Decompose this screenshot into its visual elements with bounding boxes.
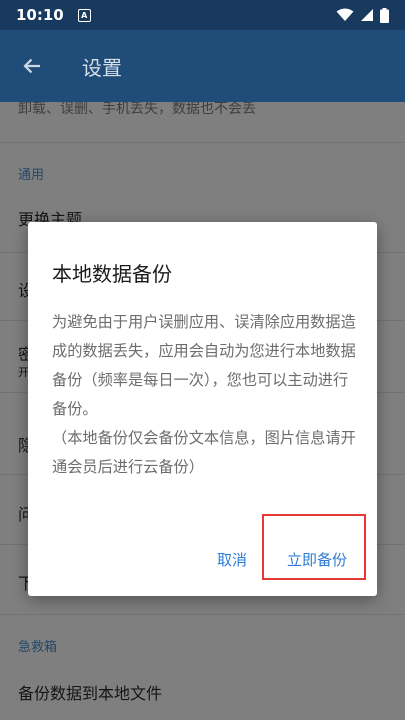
notification-a-icon: A [77,8,91,22]
dialog-body-text: 为避免由于用户误删应用、误清除应用数据造成的数据丢失，应用会自动为您进行本地数据… [52,313,356,418]
section-general: 通用 [18,168,45,183]
backup-dialog: 本地数据备份 为避免由于用户误删应用、误清除应用数据造成的数据丢失，应用会自动为… [28,222,377,596]
dialog-body: 为避免由于用户误删应用、误清除应用数据造成的数据丢失，应用会自动为您进行本地数据… [52,308,356,482]
arrow-left-icon [23,58,40,74]
status-time: 10:10 [16,6,64,24]
backup-description: 卸载、误删、手机丢失，数据也不会丢 [18,101,256,117]
dialog-body-note: （本地备份仅会备份文本信息，图片信息请开通会员后进行云备份） [52,429,356,476]
section-rescue: 急救箱 [18,640,58,655]
status-bar: 10:10 A [0,0,405,30]
dialog-title: 本地数据备份 [52,262,172,286]
signal-icon [361,9,373,21]
toolbar: 设置 [0,30,405,102]
wifi-icon [336,8,354,21]
page-title: 设置 [82,55,122,80]
backup-now-button[interactable]: 立即备份 [287,549,347,570]
settings-item-backup-file[interactable]: 备份数据到本地文件 [0,680,405,704]
battery-icon [380,7,389,23]
divider [0,614,405,615]
cancel-button[interactable]: 取消 [217,549,247,570]
divider [0,142,405,143]
back-button[interactable] [0,30,64,102]
